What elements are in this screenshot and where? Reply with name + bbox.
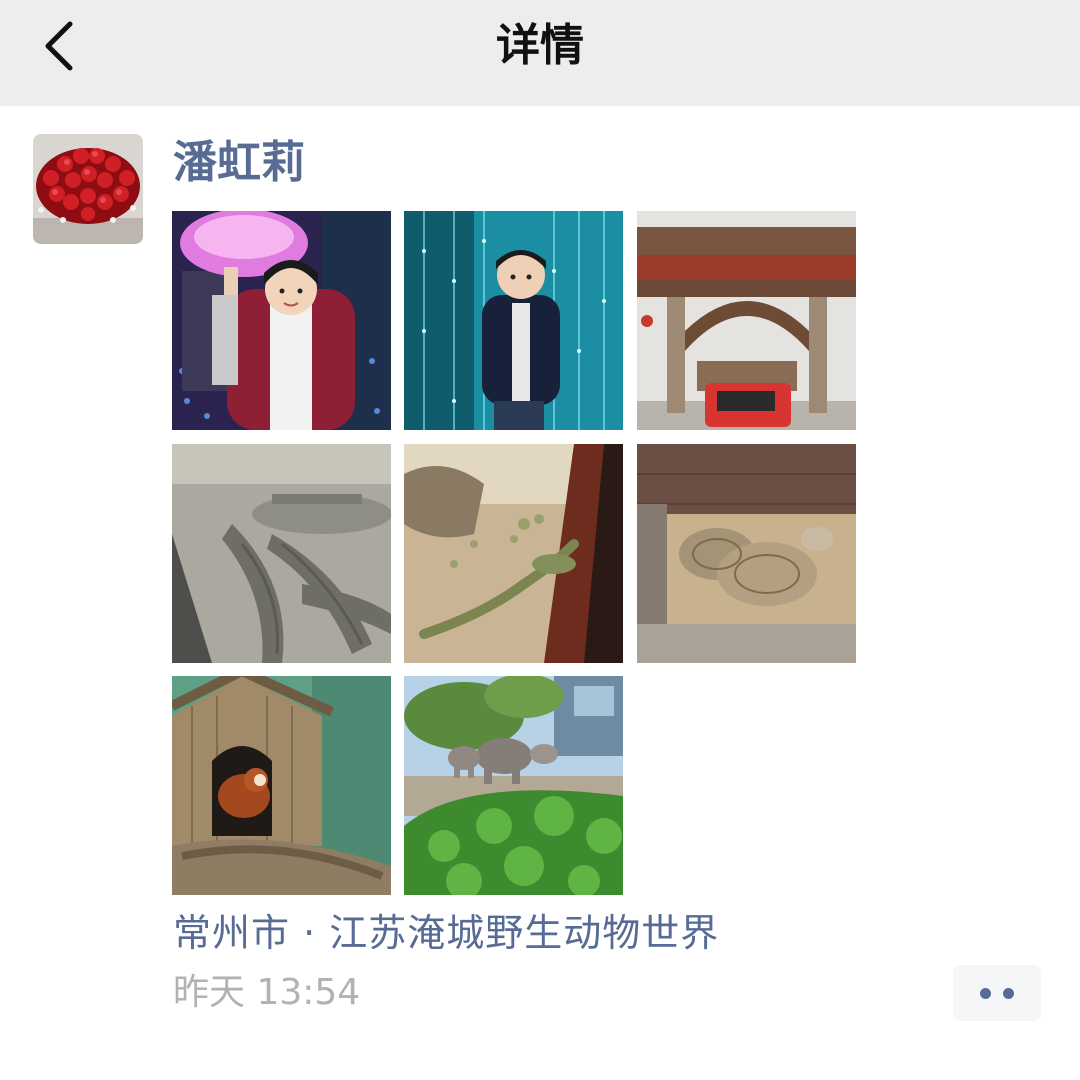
photo-8[interactable] — [404, 676, 623, 895]
tortoises-enclosure-photo — [637, 444, 856, 663]
photo-4[interactable] — [172, 444, 391, 663]
red-panda-hut-photo — [172, 676, 391, 895]
post-timestamp: 昨天 13:54 — [173, 972, 361, 1013]
red-roses-bouquet-image — [33, 134, 143, 244]
elephants-enclosure-photo — [404, 676, 623, 895]
iguana-enclosure-photo — [404, 444, 623, 663]
child-in-blue-light-curtain-photo — [404, 211, 623, 430]
photo-3[interactable] — [637, 211, 856, 430]
zoo-entrance-gate-photo — [637, 211, 856, 430]
page-title: 详情 — [496, 20, 584, 71]
more-actions-button[interactable] — [953, 965, 1041, 1021]
author-avatar[interactable] — [33, 134, 143, 244]
child-holding-pink-jellyfish-lantern-photo — [172, 211, 391, 430]
photo-2[interactable] — [404, 211, 623, 430]
location-link[interactable]: 常州市 · 江苏淹城野生动物世界 — [173, 905, 719, 961]
photo-1[interactable] — [172, 211, 391, 430]
photo-6[interactable] — [637, 444, 856, 663]
navbar: 详情 — [0, 0, 1080, 106]
author-name[interactable]: 潘虹莉 — [173, 134, 305, 192]
photo-7[interactable] — [172, 676, 391, 895]
crocodiles-enclosure-photo — [172, 444, 391, 663]
photo-5[interactable] — [404, 444, 623, 663]
